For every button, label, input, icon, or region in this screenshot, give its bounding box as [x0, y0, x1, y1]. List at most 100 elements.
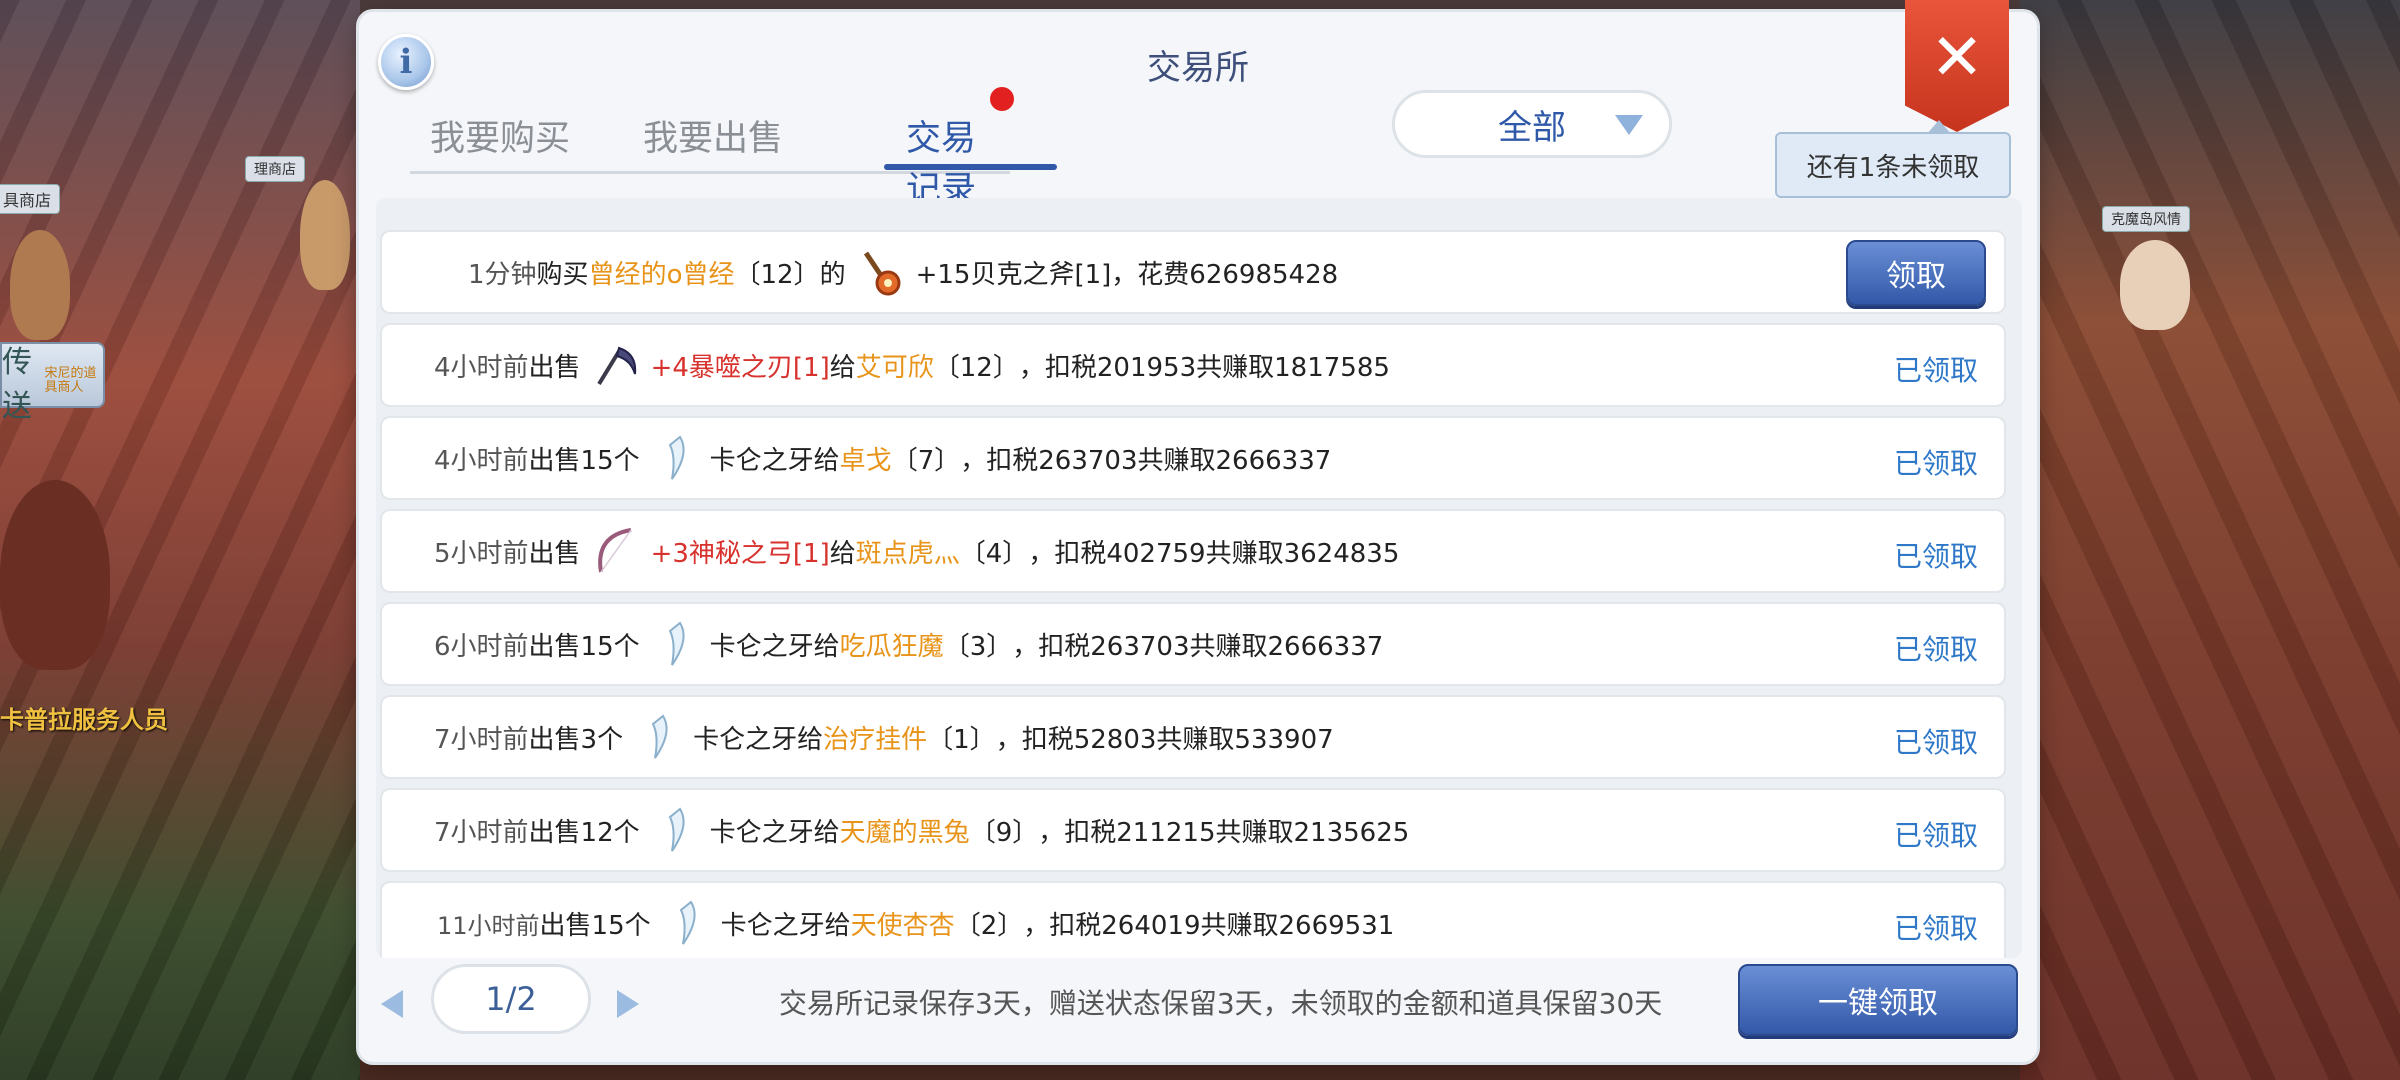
record-item: +3神秘之弓[1]: [650, 538, 830, 569]
list-item: 1分钟 购买 曾经的o曾经 〔12〕的 +15贝克之斧[1] ，花费626985…: [380, 230, 2006, 314]
record-level: 〔3〕: [943, 631, 1013, 662]
claim-all-button[interactable]: 一键领取: [1738, 964, 2018, 1036]
record-action: 出售: [528, 538, 581, 569]
record-time: 6小时前: [434, 631, 529, 662]
tab-records[interactable]: 交易记录: [906, 110, 1010, 212]
tab-buy[interactable]: 我要购买: [430, 110, 570, 161]
record-suffix: ，扣税263703共赚取2666337: [1012, 631, 1384, 662]
teleport-button[interactable]: 传送 宋尼的道具商人: [0, 342, 105, 424]
next-page-icon[interactable]: [617, 990, 639, 1018]
npc-figure[interactable]: [10, 230, 70, 340]
record-item: 卡仑之牙: [709, 631, 814, 662]
npc-figure[interactable]: [300, 180, 350, 290]
claim-button[interactable]: 领取: [1846, 240, 1986, 306]
list-item: 6小时前 出售15个 卡仑之牙 给 吃瓜狂魔 〔3〕 ，扣税263703共赚取2…: [380, 602, 2006, 686]
record-player[interactable]: 卓戈: [840, 440, 892, 477]
record-action: 购买: [536, 259, 589, 290]
record-give: 给: [829, 352, 856, 383]
record-time: 7小时前: [434, 817, 529, 848]
page-indicator: 1/2: [431, 964, 591, 1034]
panel-footer: 1/2 交易所记录保存3天，赠送状态保留3天，未领取的金额和道具保留30天 一键…: [359, 964, 2037, 1054]
close-button[interactable]: ✕: [1905, 0, 2009, 132]
record-player[interactable]: 艾可欣: [856, 347, 934, 384]
exchange-panel: i 交易所 ✕ 我要购买 我要出售 交易记录 全部 还有1条未领取 1分钟 购买…: [359, 0, 2037, 1062]
record-player[interactable]: 斑点虎灬: [856, 533, 960, 570]
record-player[interactable]: 吃瓜狂魔: [840, 626, 944, 663]
record-item: +4暴噬之刃[1]: [650, 352, 830, 383]
claimed-status: 已领取: [1893, 354, 1978, 387]
record-level: 〔7〕: [891, 445, 961, 476]
filter-dropdown[interactable]: 全部: [1392, 90, 1672, 158]
record-time: 1分钟: [468, 259, 537, 290]
tab-bar: 我要购买 我要出售 交易记录: [410, 102, 1057, 210]
axe-icon[interactable]: [852, 243, 910, 301]
claimed-status: 已领取: [1893, 726, 1978, 759]
record-action: 出售: [528, 352, 581, 383]
record-item: 卡仑之牙: [709, 445, 814, 476]
claimed-status: 已领取: [1893, 819, 1978, 852]
record-time: 5小时前: [434, 538, 529, 569]
record-suffix: ，扣税402759共赚取3624835: [1028, 538, 1400, 569]
record-level: 〔12〕的: [734, 259, 846, 290]
tab-active-indicator: [884, 164, 1057, 170]
prev-page-icon[interactable]: [381, 990, 403, 1018]
tab-sell[interactable]: 我要出售: [643, 110, 783, 161]
notification-dot: [990, 87, 1014, 111]
scythe-icon[interactable]: [587, 336, 645, 394]
record-player[interactable]: 天魔的黑兔: [840, 812, 970, 849]
filter-selected: 全部: [1498, 107, 1566, 148]
teleport-sub: 宋尼的道具商人: [44, 366, 97, 395]
list-item: 4小时前 出售15个 卡仑之牙 给 卓戈 〔7〕 ，扣税263703共赚取266…: [380, 416, 2006, 500]
record-suffix: ，扣税201953共赚取1817585: [1018, 352, 1390, 383]
npc-label-shop[interactable]: 具商店: [0, 184, 61, 214]
retention-note: 交易所记录保存3天，赠送状态保留3天，未领取的金额和道具保留30天: [779, 987, 1663, 1020]
record-suffix: ，扣税263703共赚取2666337: [960, 445, 1332, 476]
claimed-status: 已领取: [1893, 540, 1978, 573]
record-level: 〔4〕: [959, 538, 1029, 569]
npc-label-shop2[interactable]: 理商店: [245, 156, 305, 182]
record-level: 〔1〕: [927, 724, 996, 755]
list-item: 5小时前 出售 +3神秘之弓[1] 给 斑点虎灬 〔4〕 ，扣税402759共赚…: [380, 509, 2006, 593]
list-item: 11小时前 出售15个 卡仑之牙 给 天使杏杏 〔2〕 ，扣税264019共赚取…: [380, 881, 2006, 958]
claimed-status: 已领取: [1893, 633, 1978, 666]
record-action: 出售12个: [528, 817, 640, 848]
npc-figure[interactable]: [2120, 240, 2190, 330]
npc-label-island[interactable]: 克魔岛风情: [2102, 206, 2190, 232]
record-player[interactable]: 曾经的o曾经: [589, 254, 735, 291]
unclaimed-tooltip: 还有1条未领取: [1775, 120, 2011, 198]
record-time: 4小时前: [434, 352, 529, 383]
record-give: 给: [829, 538, 856, 569]
chevron-down-icon: [1615, 115, 1643, 135]
fang-icon[interactable]: [646, 429, 704, 487]
record-player[interactable]: 治疗挂件: [823, 719, 927, 756]
list-item: 4小时前 出售 +4暴噬之刃[1] 给 艾可欣 〔12〕 ，扣税201953共赚…: [380, 323, 2006, 407]
record-suffix: ，扣税264019共赚取2669531: [1023, 910, 1395, 941]
claimed-status: 已领取: [1893, 447, 1978, 480]
npc-service-label[interactable]: 卡普拉服务人员: [0, 700, 168, 735]
record-level: 〔9〕: [969, 817, 1039, 848]
fang-icon[interactable]: [646, 615, 704, 673]
teleport-label: 传送: [2, 345, 32, 424]
record-level: 〔12〕: [933, 352, 1019, 383]
record-give: 给: [813, 817, 840, 848]
list-item: 7小时前 出售12个 卡仑之牙 给 天魔的黑兔 〔9〕 ，扣税211215共赚取…: [380, 788, 2006, 872]
record-item: 卡仑之牙: [720, 910, 825, 941]
record-time: 4小时前: [434, 445, 529, 476]
records-list[interactable]: 1分钟 购买 曾经的o曾经 〔12〕的 +15贝克之斧[1] ，花费626985…: [376, 198, 2022, 958]
record-item: 卡仑之牙: [693, 724, 798, 755]
fang-icon[interactable]: [646, 801, 704, 859]
bow-icon[interactable]: [587, 522, 645, 580]
close-icon: ✕: [1930, 21, 1984, 95]
fang-icon[interactable]: [629, 708, 687, 766]
record-action: 出售3个: [528, 724, 624, 755]
record-give: 给: [797, 724, 824, 755]
record-action: 出售15个: [539, 910, 651, 941]
record-player[interactable]: 天使杏杏: [851, 905, 955, 942]
record-action: 出售15个: [528, 631, 640, 662]
record-suffix: ，扣税211215共赚取2135625: [1038, 817, 1410, 848]
record-time: 11小时前: [437, 911, 540, 940]
fang-icon[interactable]: [657, 894, 715, 952]
npc-figure[interactable]: [0, 480, 110, 670]
record-time: 7小时前: [434, 724, 529, 755]
list-item: 7小时前 出售3个 卡仑之牙 给 治疗挂件 〔1〕 ，扣税52803共赚取533…: [380, 695, 2006, 779]
